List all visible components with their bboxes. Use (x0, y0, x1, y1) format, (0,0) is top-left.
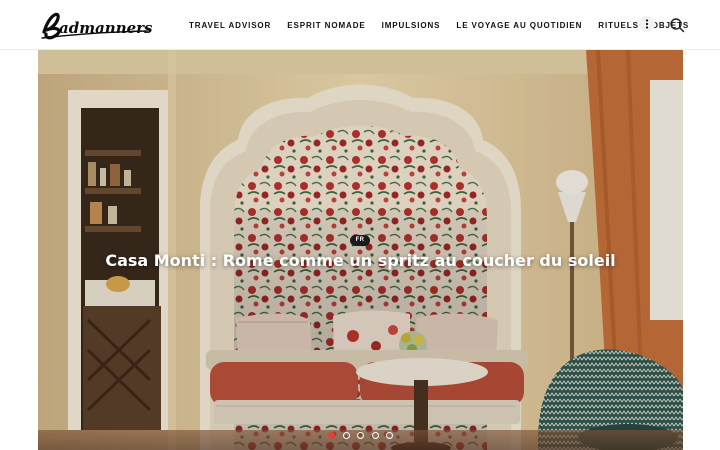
hero-title[interactable]: Casa Monti : Rome comme un spritz au cou… (38, 251, 683, 270)
search-icon (670, 18, 685, 33)
nav-item-impulsions[interactable]: IMPULSIONS (382, 21, 441, 30)
brand-logo-text: admanners (59, 19, 152, 37)
nav-item-travel-advisor[interactable]: TRAVEL ADVISOR (189, 21, 271, 30)
brand-logo-script: admanners (41, 12, 153, 40)
slider-dot-5[interactable] (386, 432, 393, 439)
slider-dot-1[interactable] (328, 432, 335, 439)
search-button[interactable] (669, 17, 685, 33)
nav-item-le-voyage-au-quotidien[interactable]: LE VOYAGE AU QUOTIDIEN (456, 21, 582, 30)
hero-slider[interactable]: FR Casa Monti : Rome comme un spritz au … (38, 50, 683, 450)
slider-dot-2[interactable] (342, 432, 350, 439)
slider-dot-3[interactable] (357, 432, 364, 439)
brand-logo[interactable]: admanners (40, 6, 153, 44)
hero-image (38, 50, 683, 450)
slider-pagination (328, 432, 401, 439)
more-menu-button[interactable] (639, 16, 655, 32)
language-badge: FR (350, 235, 370, 246)
vertical-ellipsis-icon (645, 19, 649, 29)
slider-dot-4[interactable] (371, 432, 379, 439)
site-header: admanners TRAVEL ADVISOR ESPRIT NOMADE I… (0, 0, 720, 50)
main-nav: TRAVEL ADVISOR ESPRIT NOMADE IMPULSIONS … (189, 18, 705, 32)
nav-item-esprit-nomade[interactable]: ESPRIT NOMADE (287, 21, 365, 30)
